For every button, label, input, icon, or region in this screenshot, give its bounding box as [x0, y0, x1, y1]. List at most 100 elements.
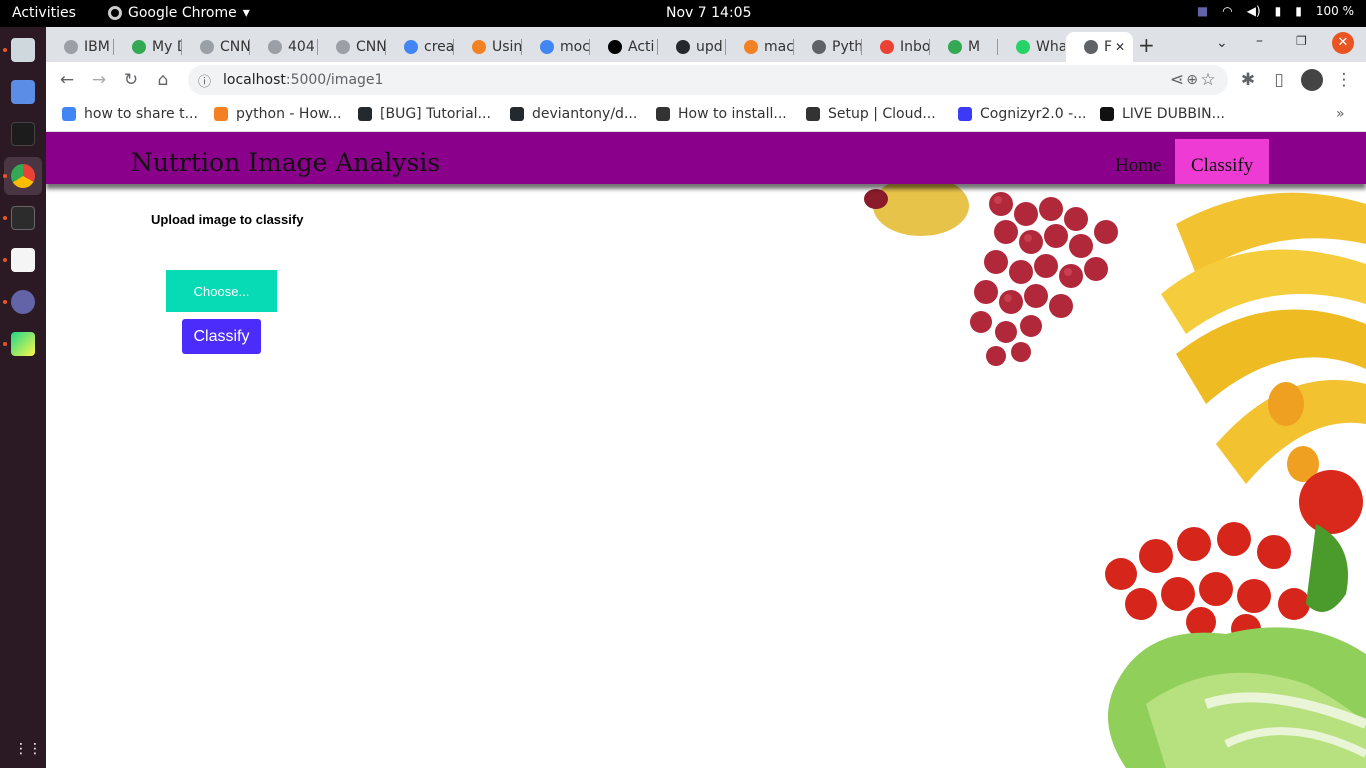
text-editor-icon[interactable] [11, 248, 35, 272]
running-indicator [3, 216, 7, 220]
nav-classify-link[interactable]: Classify [1175, 139, 1270, 184]
activities-button[interactable]: Activities [12, 5, 76, 21]
bookmark-star-icon[interactable]: ☆ [1199, 71, 1217, 89]
more-bookmarks-icon[interactable]: » [1336, 106, 1345, 122]
home-icon[interactable]: ⌂ [154, 71, 172, 89]
browser-tab[interactable]: Pyth [794, 32, 861, 62]
tab-label: CNN [220, 39, 249, 55]
running-indicator [3, 258, 7, 262]
app-grid-icon[interactable]: ⋮⋮⋮ [14, 740, 56, 758]
tab-favicon-icon [948, 40, 962, 54]
browser-tab[interactable]: moc [522, 32, 589, 62]
brand-title[interactable]: Nutrtion Image Analysis [131, 148, 440, 177]
tab-favicon-icon [608, 40, 622, 54]
screenshot-icon[interactable] [11, 80, 35, 104]
browser-tab[interactable]: Usin [454, 32, 521, 62]
browser-tab[interactable]: IBM [46, 32, 113, 62]
bookmark-item[interactable]: Cognizyr2.0 -... [958, 106, 1087, 122]
extensions-icon[interactable]: ✱ [1239, 71, 1257, 89]
system-top-bar: Activities Google Chrome ▾ Nov 7 14:05 ■… [0, 0, 1366, 27]
browser-tab[interactable]: crea [386, 32, 453, 62]
tab-favicon-icon [404, 40, 418, 54]
system-tray[interactable]: ■ ◠ ◀) ▮ ▮ 100 % [1197, 4, 1354, 18]
tab-label: moc [560, 39, 589, 55]
minimize-button[interactable]: – [1256, 33, 1263, 49]
bookmark-item[interactable]: deviantony/d... [510, 106, 637, 122]
browser-tab[interactable]: Inbo [862, 32, 929, 62]
nav-home-link[interactable]: Home [1099, 139, 1177, 184]
bookmark-item[interactable]: how to share t... [62, 106, 198, 122]
zoom-icon[interactable]: ⊕ [1186, 72, 1198, 88]
browser-tab[interactable]: Acti [590, 32, 657, 62]
tab-favicon-icon [132, 40, 146, 54]
running-indicator [3, 48, 7, 52]
profile-avatar[interactable] [1301, 69, 1323, 91]
browser-tab[interactable]: Wha [998, 32, 1065, 62]
browser-tab[interactable]: M [930, 32, 997, 62]
bookmark-item[interactable]: python - How... [214, 106, 342, 122]
app-menu[interactable]: Google Chrome ▾ [108, 5, 250, 21]
bookmark-item[interactable]: [BUG] Tutorial... [358, 106, 491, 122]
bookmark-favicon-icon [656, 107, 670, 121]
bookmarks-bar: » how to share t... python - How... [BUG] … [46, 98, 1366, 132]
bookmark-label: how to share t... [84, 106, 198, 122]
chrome-icon[interactable] [11, 164, 35, 188]
back-arrow-icon[interactable]: ← [58, 71, 76, 89]
tab-favicon-icon [64, 40, 78, 54]
bookmark-item[interactable]: LIVE DUBBIN... [1100, 106, 1225, 122]
bookmark-label: [BUG] Tutorial... [380, 106, 491, 122]
tab-search-icon[interactable]: ⌄ [1216, 35, 1228, 51]
browser-tab[interactable]: upd [658, 32, 725, 62]
app-name: Google Chrome [128, 5, 237, 21]
teams-icon[interactable] [11, 290, 35, 314]
tab-favicon-icon [268, 40, 282, 54]
close-tab-icon[interactable]: ✕ [1115, 40, 1125, 54]
terminal-icon[interactable] [11, 206, 35, 230]
tab-label: CNN [356, 39, 385, 55]
bookmark-favicon-icon [62, 107, 76, 121]
tab-active[interactable]: F ✕ [1066, 32, 1133, 62]
pycharm-icon[interactable] [11, 332, 35, 356]
browser-tab[interactable]: 404 [250, 32, 317, 62]
browser-tab[interactable]: mac [726, 32, 793, 62]
chevron-down-icon: ▾ [242, 5, 250, 21]
bookmark-favicon-icon [1100, 107, 1114, 121]
tab-favicon-icon [336, 40, 350, 54]
browser-tab[interactable]: CNN [182, 32, 249, 62]
chrome-icon [108, 6, 122, 20]
tab-label: upd [696, 39, 723, 55]
forward-arrow-icon[interactable]: → [90, 71, 108, 89]
clock[interactable]: Nov 7 14:05 [666, 5, 751, 21]
browser-tab[interactable]: My D [114, 32, 181, 62]
address-bar[interactable]: ⓘ localhost:5000/image1 ⊕ [188, 65, 1228, 95]
browser-window: IBM My D CNN 404 CNN crea Usin moc Acti upd mac Pyt… [46, 27, 1366, 132]
bookmark-item[interactable]: How to install... [656, 106, 787, 122]
tab-favicon-icon [676, 40, 690, 54]
share-icon[interactable]: ⋖ [1168, 71, 1186, 89]
web-page: Nutrtion Image Analysis Home Classify Up… [46, 132, 1366, 768]
fruit-vegetable-background-image [864, 184, 1366, 768]
side-panel-icon[interactable]: ▯ [1270, 71, 1288, 89]
running-indicator [3, 300, 7, 304]
new-tab-button[interactable]: + [1138, 33, 1155, 57]
menu-kebab-icon[interactable]: ⋮ [1335, 71, 1353, 89]
restore-button[interactable]: ❐ [1296, 34, 1307, 48]
reload-icon[interactable]: ↻ [122, 71, 140, 89]
files-icon[interactable] [11, 38, 35, 62]
battery-icon: ▮ [1295, 4, 1302, 18]
tab-favicon-icon [1084, 40, 1098, 54]
tab-label: 404 [288, 39, 315, 55]
tab-label: Acti [628, 39, 655, 55]
browser-toolbar: ← → ↻ ⌂ ⓘ localhost:5000/image1 ⊕ ⋖ ☆ ✱ … [46, 62, 1366, 98]
choose-file-button[interactable]: Choose... [166, 270, 277, 312]
tab-label: F [1104, 39, 1113, 55]
classify-button[interactable]: Classify [182, 319, 261, 354]
tab-label: mac [764, 39, 793, 55]
bookmark-favicon-icon [214, 107, 228, 121]
tab-label: Inbo [900, 39, 929, 55]
app-icon[interactable] [11, 122, 35, 146]
browser-tab[interactable]: CNN [318, 32, 385, 62]
bookmark-item[interactable]: Setup | Cloud... [806, 106, 936, 122]
close-window-button[interactable]: ✕ [1332, 32, 1354, 54]
bookmark-favicon-icon [358, 107, 372, 121]
